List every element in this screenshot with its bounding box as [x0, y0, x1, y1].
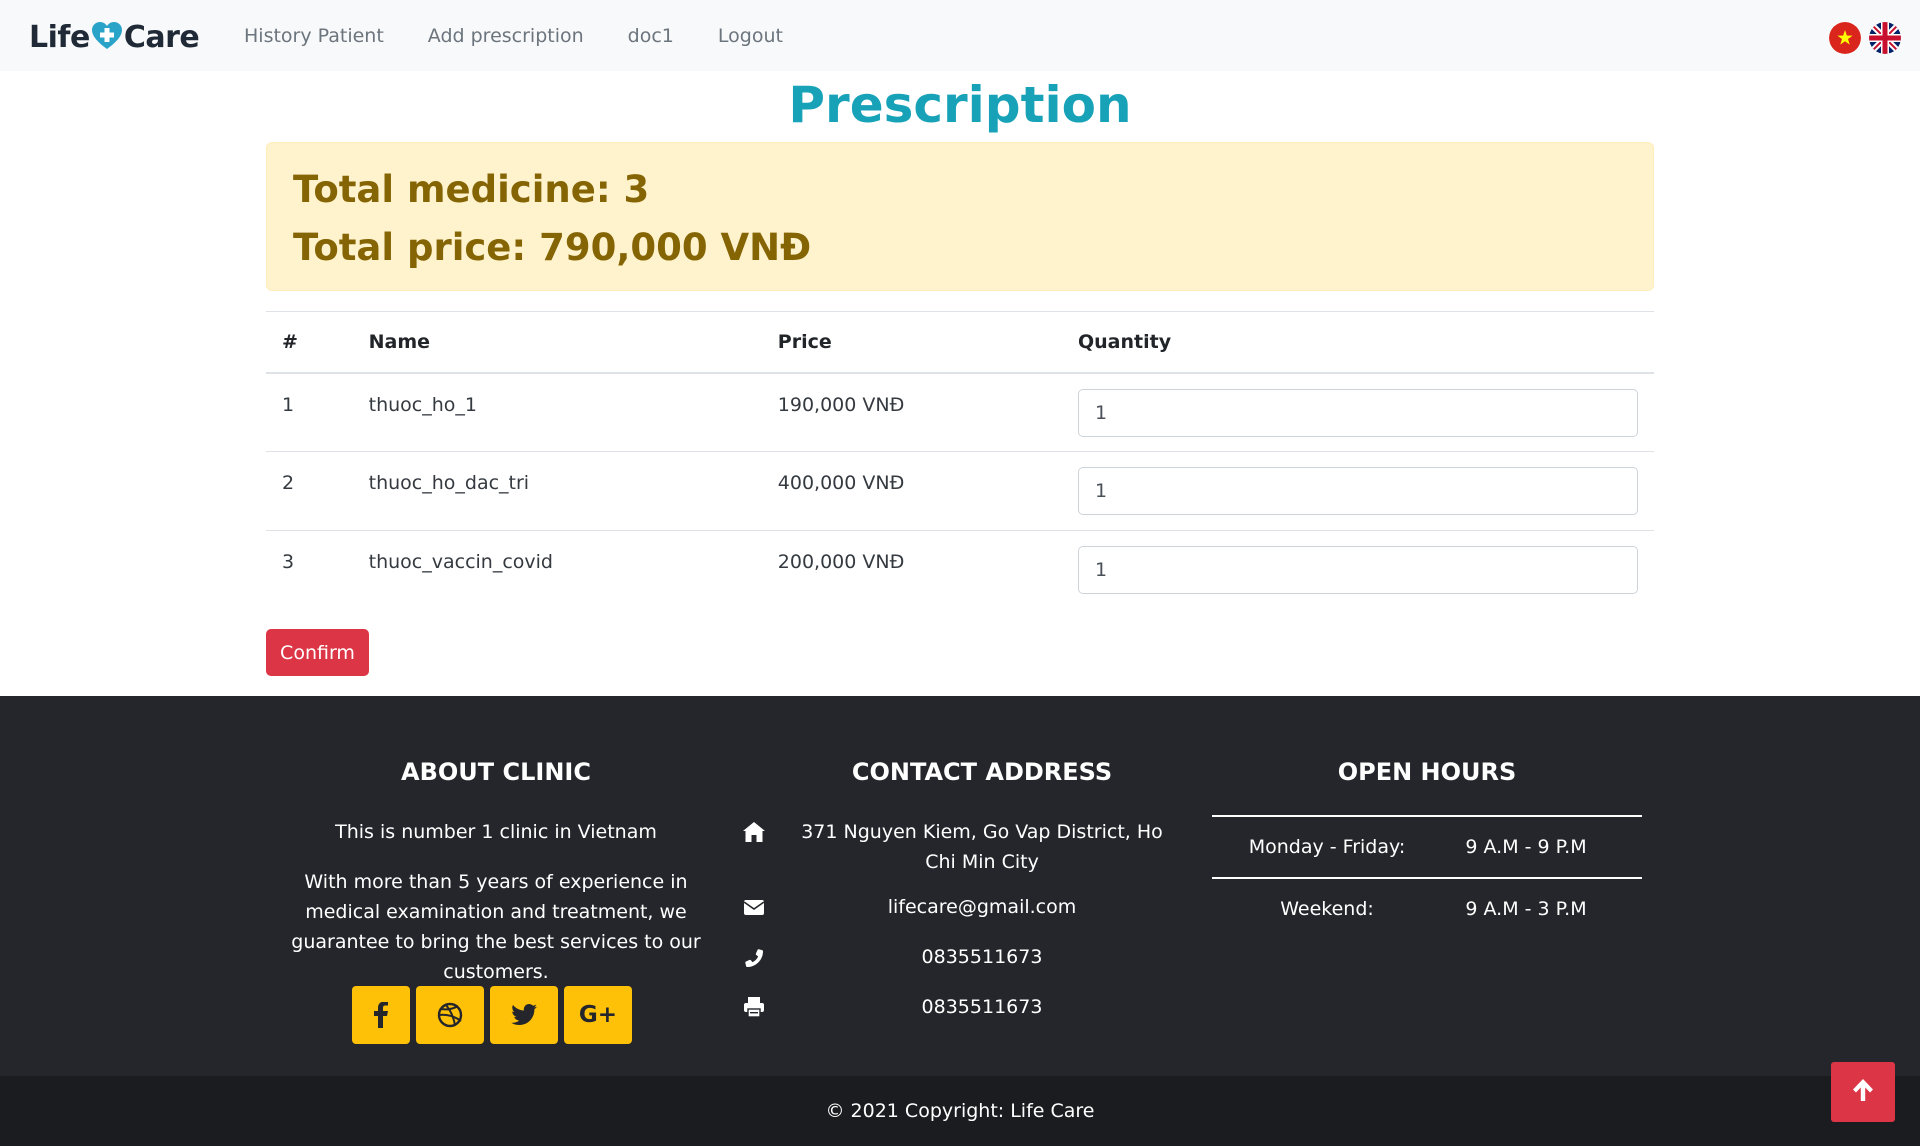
copyright-text: © 2021 Copyright: Life Care [825, 1100, 1095, 1122]
social-links: G+ [352, 986, 632, 1044]
contact-address: 371 Nguyen Kiem, Go Vap District, Ho Chi… [801, 821, 1163, 873]
table-row: 2 thuoc_ho_dac_tri 400,000 VNĐ [266, 451, 1654, 531]
hours-day: Weekend: [1280, 898, 1374, 920]
prescription-table: # Name Price Quantity 1 thuoc_ho_1 190,0… [266, 311, 1654, 610]
facebook-icon[interactable] [352, 986, 410, 1044]
nav-history-patient[interactable]: History Patient [222, 25, 406, 47]
row-index: 2 [266, 451, 353, 531]
footer: ABOUT CLINIC This is number 1 clinic in … [0, 696, 1920, 1076]
language-switcher [1829, 22, 1901, 54]
contact-address-row: 371 Nguyen Kiem, Go Vap District, Ho Chi… [742, 817, 1178, 877]
total-medicine: Total medicine: 3 [293, 168, 650, 211]
google-plus-icon[interactable]: G+ [564, 986, 632, 1044]
page-title: Prescription [788, 76, 1132, 134]
col-name-header: Name [352, 311, 762, 374]
copyright-bar: © 2021 Copyright: Life Care [0, 1076, 1920, 1146]
contact-title: CONTACT ADDRESS [851, 758, 1113, 786]
hours-title: OPEN HOURS [1337, 758, 1517, 786]
table-row: 3 thuoc_vaccin_covid 200,000 VNĐ [266, 530, 1654, 610]
prescription-table-wrap: # Name Price Quantity 1 thuoc_ho_1 190,0… [266, 311, 1654, 610]
back-to-top-button[interactable] [1831, 1062, 1895, 1122]
col-quantity-header: Quantity [1062, 311, 1654, 374]
phone-icon [742, 946, 766, 968]
brand-logo[interactable]: Life Care [29, 18, 200, 56]
google-plus-label: G+ [578, 1002, 618, 1028]
vietnam-flag-icon[interactable] [1829, 22, 1861, 54]
hours-time: 9 A.M - 3 P.M [1465, 898, 1587, 920]
contact-email-row: lifecare@gmail.com [742, 892, 1178, 922]
printer-icon [742, 996, 766, 1018]
brand-care: Care [123, 19, 200, 55]
table-row: 1 thuoc_ho_1 190,000 VNĐ [266, 372, 1654, 452]
contact-email[interactable]: lifecare@gmail.com [786, 892, 1178, 922]
envelope-icon [742, 896, 766, 918]
hours-divider [1212, 815, 1642, 817]
brand-life: Life [29, 19, 90, 55]
contact-phone-row: 0835511673 [742, 942, 1178, 972]
uk-flag-icon[interactable] [1869, 22, 1901, 54]
twitter-icon[interactable] [490, 986, 558, 1044]
summary-alert: Total medicine: 3 Total price: 790,000 V… [266, 142, 1654, 291]
heart-plus-icon [91, 21, 123, 51]
confirm-button[interactable]: Confirm [266, 629, 369, 676]
contact-phone: 0835511673 [921, 946, 1043, 968]
table-header-row: # Name Price Quantity [266, 311, 1654, 374]
hours-divider [1212, 877, 1642, 879]
navbar: Life Care History Patient Add prescripti… [0, 0, 1920, 71]
quantity-input[interactable] [1078, 546, 1638, 594]
nav-user-doc1[interactable]: doc1 [606, 25, 696, 47]
row-index: 1 [266, 372, 353, 452]
row-price: 200,000 VNĐ [761, 530, 1062, 610]
home-icon [742, 821, 766, 843]
col-price-header: Price [761, 311, 1062, 374]
row-name: thuoc_ho_1 [352, 372, 762, 452]
nav-logout[interactable]: Logout [696, 25, 805, 47]
contact-fax: 0835511673 [921, 996, 1043, 1018]
about-line1: This is number 1 clinic in Vietnam [335, 821, 657, 843]
arrow-up-icon [1851, 1077, 1875, 1107]
hours-day: Monday - Friday: [1248, 836, 1406, 858]
hours-time: 9 A.M - 9 P.M [1465, 836, 1587, 858]
row-name: thuoc_vaccin_covid [352, 530, 762, 610]
about-title: ABOUT CLINIC [401, 758, 591, 786]
row-price: 190,000 VNĐ [761, 372, 1062, 452]
row-price: 400,000 VNĐ [761, 451, 1062, 531]
quantity-input[interactable] [1078, 388, 1638, 437]
nav-add-prescription[interactable]: Add prescription [406, 25, 606, 47]
row-index: 3 [266, 530, 353, 610]
contact-fax-row: 0835511673 [742, 992, 1178, 1022]
dribbble-icon[interactable] [416, 986, 484, 1044]
col-index-header: # [266, 311, 353, 374]
nav-links: History Patient Add prescription doc1 Lo… [222, 0, 805, 71]
row-name: thuoc_ho_dac_tri [352, 451, 762, 531]
about-line2: With more than 5 years of experience in … [291, 871, 701, 983]
total-price: Total price: 790,000 VNĐ [293, 226, 812, 269]
quantity-input[interactable] [1078, 467, 1638, 515]
